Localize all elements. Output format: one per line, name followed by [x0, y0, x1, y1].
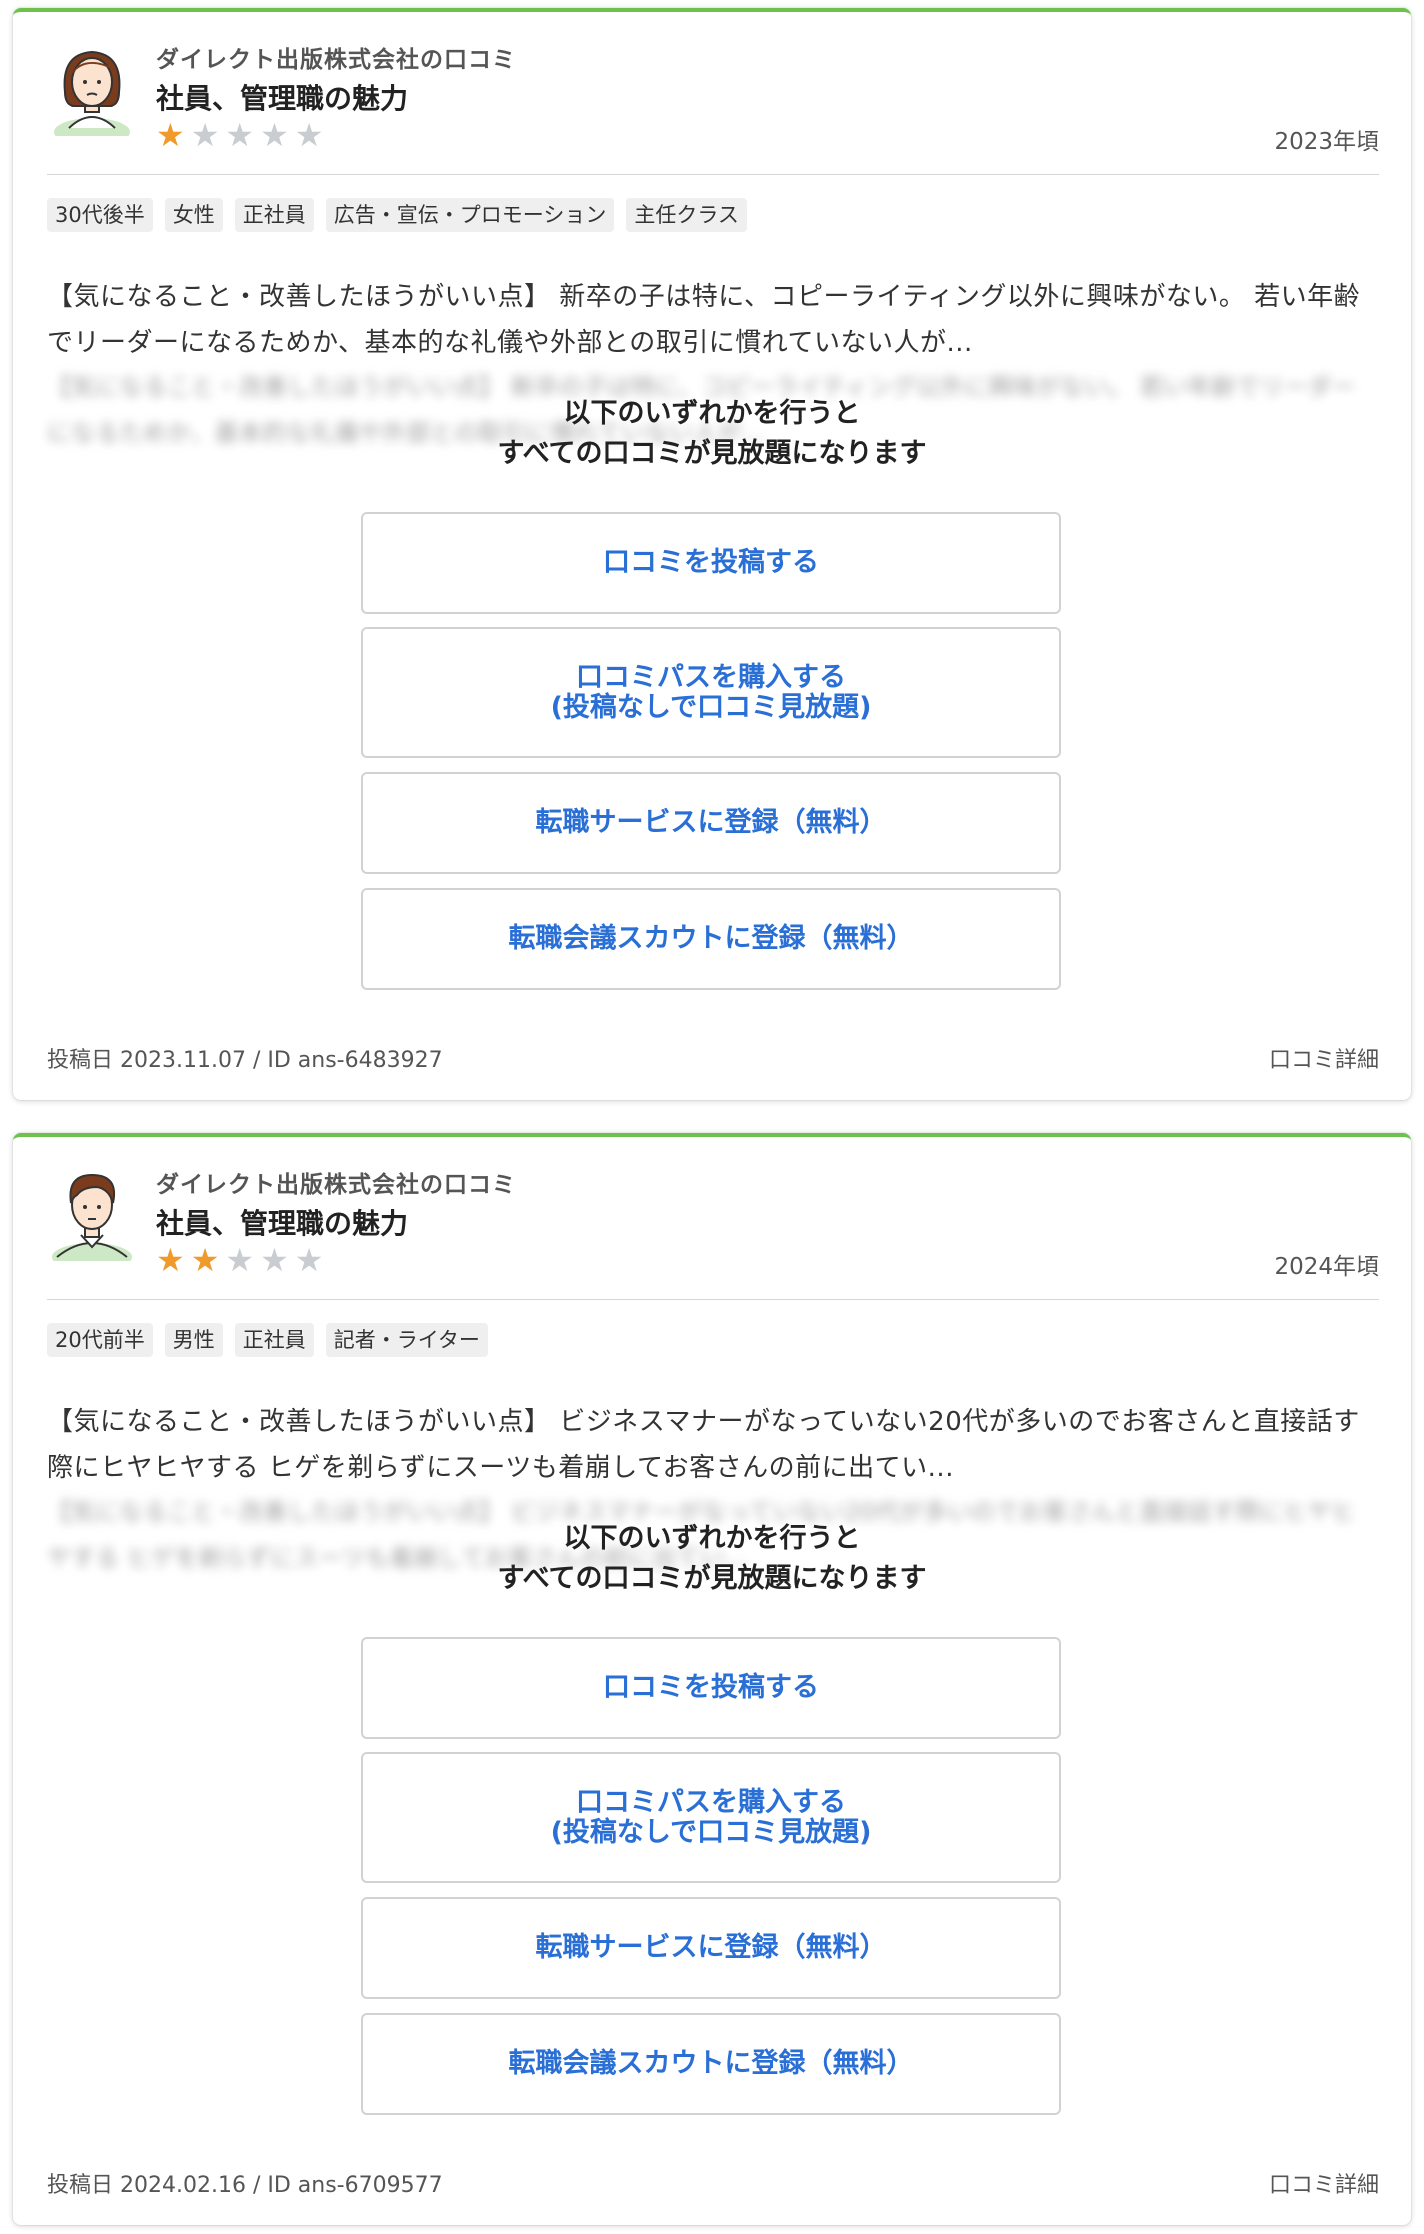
post-review-button[interactable]: 口コミを投稿する [361, 1637, 1061, 1739]
reviewer-tags: 30代後半 女性 正社員 広告・宣伝・プロモーション 主任クラス [47, 198, 747, 232]
job-service-register-button[interactable]: 転職サービスに登録（無料） [361, 1897, 1061, 1999]
tag-position: 主任クラス [626, 198, 747, 232]
post-info: 投稿日 2024.02.16 / ID ans-6709577 [47, 2173, 443, 2198]
post-info: 投稿日 2023.11.07 / ID ans-6483927 [47, 1048, 443, 1073]
star-empty-icon: ★ [225, 1241, 255, 1279]
review-excerpt: 【気になること・改善したほうがいい点】 ビジネスマナーがなっていない20代が多い… [47, 1407, 1360, 1483]
female-avatar-icon [54, 50, 130, 136]
tag-age: 30代後半 [47, 198, 153, 232]
review-detail-link[interactable]: 口コミ詳細 [1269, 2167, 1379, 2199]
divider [47, 1299, 1379, 1300]
tag-age: 20代前半 [47, 1323, 153, 1357]
tag-job: 広告・宣伝・プロモーション [325, 198, 615, 232]
buy-pass-button[interactable]: 口コミパスを購入する (投稿なしで口コミ見放題) [361, 627, 1061, 758]
star-empty-icon: ★ [225, 116, 255, 154]
divider [47, 174, 1379, 175]
star-filled-icon: ★ [190, 1241, 220, 1279]
tag-job: 記者・ライター [325, 1323, 488, 1357]
tag-gender: 女性 [164, 198, 223, 232]
review-title: 社員、管理職の魅力 [156, 1207, 409, 1240]
scout-register-button[interactable]: 転職会議スカウトに登録（無料） [361, 888, 1061, 990]
tag-employment: 正社員 [234, 1323, 314, 1357]
job-service-register-button[interactable]: 転職サービスに登録（無料） [361, 772, 1061, 874]
review-card: ダイレクト出版株式会社の口コミ 社員、管理職の魅力 ★ ★ ★ ★ ★ 2024… [13, 1133, 1411, 2225]
star-empty-icon: ★ [294, 1241, 324, 1279]
review-excerpt: 【気になること・改善したほうがいい点】 新卒の子は特に、コピーライティング以外に… [47, 282, 1361, 358]
review-period: 2023年頃 [1274, 129, 1379, 155]
unlock-message: 以下のいずれかを行うと すべての口コミが見放題になります [497, 398, 927, 469]
star-rating: ★ ★ ★ ★ ★ [156, 1244, 323, 1276]
star-filled-icon: ★ [156, 1241, 185, 1279]
star-empty-icon: ★ [190, 116, 220, 154]
company-name: ダイレクト出版株式会社の口コミ [156, 1172, 516, 1198]
review-title: 社員、管理職の魅力 [156, 82, 409, 115]
buy-pass-button[interactable]: 口コミパスを購入する (投稿なしで口コミ見放題) [361, 1752, 1061, 1883]
scout-register-button[interactable]: 転職会議スカウトに登録（無料） [361, 2013, 1061, 2115]
star-filled-icon: ★ [156, 116, 185, 154]
star-empty-icon: ★ [260, 116, 289, 154]
company-name: ダイレクト出版株式会社の口コミ [156, 47, 516, 73]
star-rating: ★ ★ ★ ★ ★ [156, 119, 323, 151]
review-period: 2024年頃 [1274, 1254, 1379, 1280]
tag-employment: 正社員 [234, 198, 314, 232]
review-card: ダイレクト出版株式会社の口コミ 社員、管理職の魅力 ★ ★ ★ ★ ★ 2023… [13, 8, 1411, 1100]
tag-gender: 男性 [164, 1323, 223, 1357]
male-avatar-icon [52, 1173, 132, 1261]
post-review-button[interactable]: 口コミを投稿する [361, 512, 1061, 614]
star-empty-icon: ★ [260, 1241, 289, 1279]
reviewer-tags: 20代前半 男性 正社員 記者・ライター [47, 1323, 488, 1357]
unlock-message: 以下のいずれかを行うと すべての口コミが見放題になります [497, 1523, 927, 1594]
review-detail-link[interactable]: 口コミ詳細 [1269, 1042, 1379, 1074]
star-empty-icon: ★ [294, 116, 324, 154]
